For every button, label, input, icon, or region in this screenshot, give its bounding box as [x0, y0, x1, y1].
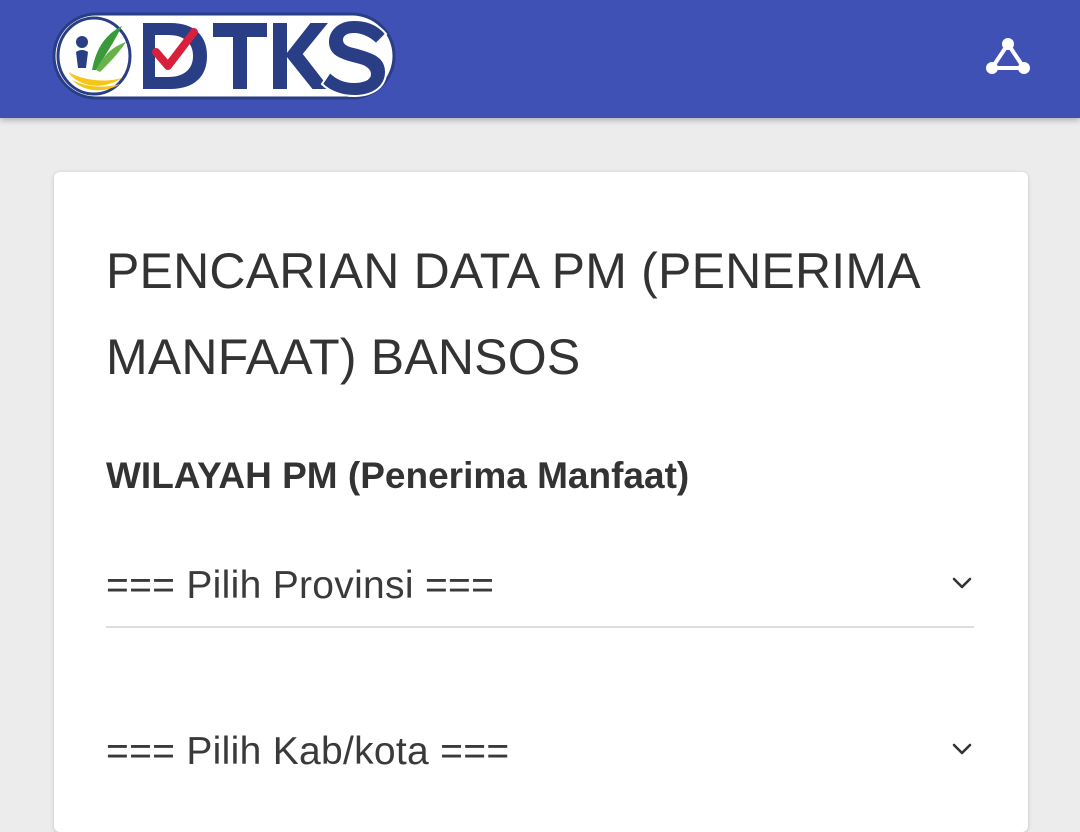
dtks-logo-graphic	[52, 12, 396, 100]
section-label: WILAYAH PM (Penerima Manfaat)	[106, 455, 690, 496]
page-title: PENCARIAN DATA PM (PENERIMA MANFAAT) BAN…	[106, 243, 919, 385]
share-icon-graphic	[986, 38, 1030, 74]
province-select-value: === Pilih Provinsi ===	[106, 564, 495, 607]
search-card: PENCARIAN DATA PM (PENERIMA MANFAAT) BAN…	[54, 172, 1028, 832]
province-select[interactable]: === Pilih Provinsi ===	[106, 546, 974, 628]
share-icon[interactable]	[984, 36, 1032, 76]
chevron-down-icon	[952, 743, 972, 755]
city-select-value: === Pilih Kab/kota ===	[106, 730, 510, 773]
chevron-down-icon	[952, 577, 972, 589]
dtks-logo[interactable]	[52, 8, 400, 104]
city-select[interactable]: === Pilih Kab/kota ===	[106, 712, 974, 792]
app-bar	[0, 0, 1080, 118]
